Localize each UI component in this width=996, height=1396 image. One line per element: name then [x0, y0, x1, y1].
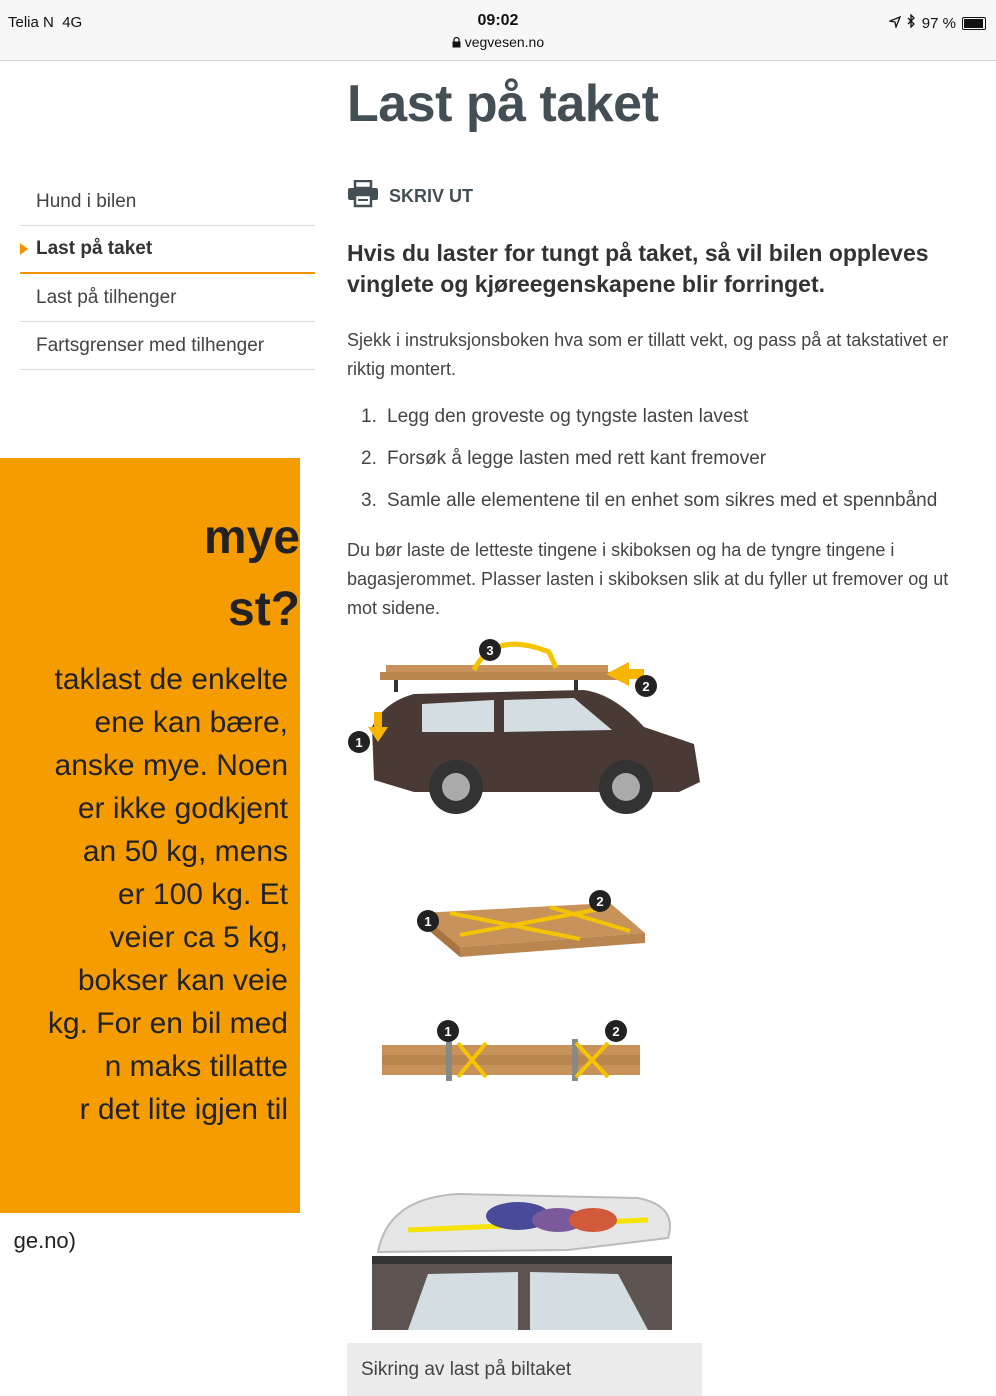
car-roof-load-illustration: 3 2 1	[348, 639, 700, 814]
figure-caption: Sikring av last på biltaket	[347, 1343, 702, 1396]
print-button[interactable]: SKRIV UT	[347, 179, 474, 213]
print-label: SKRIV UT	[389, 186, 474, 206]
sidebar-nav: Hund i bilen Last på taket Last på tilhe…	[20, 178, 315, 370]
address-area[interactable]: 09:02 vegvesen.no	[0, 12, 996, 50]
lock-icon	[452, 34, 465, 50]
callout-body: taklast de enkelte ene kan bære, anske m…	[47, 663, 288, 1126]
page-title: Last på taket	[347, 75, 659, 133]
sidebar-item-label: Last på taket	[36, 238, 153, 259]
strapped-load-side-illustration: 1 2	[382, 1020, 640, 1081]
step-text: Forsøk å legge lasten med rett kant frem…	[387, 448, 767, 469]
list-item: 2. Forsøk å legge lasten med rett kant fr…	[361, 438, 977, 480]
status-icons: 97 %	[887, 13, 986, 32]
step-text: Samle alle elementene til en enhet som s…	[387, 490, 938, 511]
steps-list: 1. Legg den groveste og tyngste lasten la…	[347, 396, 977, 522]
battery-fill	[964, 18, 984, 28]
sidebar-item-last-pa-tilhenger[interactable]: Last på tilhenger	[20, 274, 315, 322]
url-text: vegvesen.no	[464, 34, 545, 50]
sidebar-item-fartsgrenser[interactable]: Fartsgrenser med tilhenger	[20, 322, 315, 370]
battery-percent: 97 %	[921, 14, 956, 32]
figure-label-2: 2	[596, 894, 603, 909]
step-number: 3.	[361, 490, 377, 511]
info-callout: mye st? taklast de enkelte ene kan bære, …	[0, 458, 300, 1213]
figure-label-2: 2	[642, 679, 649, 694]
bluetooth-icon	[907, 13, 916, 32]
list-item: 1. Legg den groveste og tyngste lasten la…	[361, 396, 977, 438]
article-lead: Hvis du laster for tungt på taket, så vi…	[347, 240, 929, 297]
article: Hvis du laster for tungt på taket, så vi…	[347, 238, 977, 635]
callout-title-line: mye	[203, 511, 300, 564]
figure-label-1: 1	[424, 914, 431, 929]
figure-label-2: 2	[612, 1024, 619, 1039]
printer-icon	[347, 179, 379, 213]
sidebar-item-label: Hund i bilen	[36, 190, 137, 212]
sidebar-item-hund-i-bilen[interactable]: Hund i bilen	[20, 178, 315, 226]
clock: 09:02	[477, 12, 519, 29]
status-bar: Telia N 4G 09:02 vegvesen.no 97 %	[0, 0, 996, 61]
figure-label-1: 1	[444, 1024, 451, 1039]
url-display[interactable]: vegvesen.no	[0, 34, 996, 50]
strapped-load-illustration: 1 2	[417, 890, 645, 957]
callout-source: ge.no)	[13, 1228, 76, 1253]
figure-label-3: 3	[486, 643, 493, 658]
step-number: 1.	[361, 406, 377, 427]
article-intro: Sjekk i instruksjonsboken hva som er til…	[347, 330, 949, 379]
list-item: 3. Samle alle elementene til en enhet som…	[361, 480, 977, 522]
battery-icon	[962, 16, 986, 30]
figure-label-1: 1	[355, 735, 362, 750]
active-arrow-icon	[20, 243, 28, 255]
sidebar-item-last-pa-taket[interactable]: Last på taket	[20, 226, 315, 274]
callout-title-line: st?	[228, 583, 300, 636]
step-text: Legg den groveste og tyngste lasten lave…	[387, 406, 749, 427]
callout-title: mye st?	[0, 502, 300, 646]
sidebar-item-label: Fartsgrenser med tilhenger	[36, 334, 265, 356]
step-number: 2.	[361, 448, 377, 469]
article-outro: Du bør laste de letteste tingene i skibo…	[347, 540, 949, 618]
location-icon	[887, 15, 901, 32]
sidebar-item-label: Last på tilhenger	[36, 286, 177, 308]
roof-box-illustration	[372, 1192, 672, 1330]
